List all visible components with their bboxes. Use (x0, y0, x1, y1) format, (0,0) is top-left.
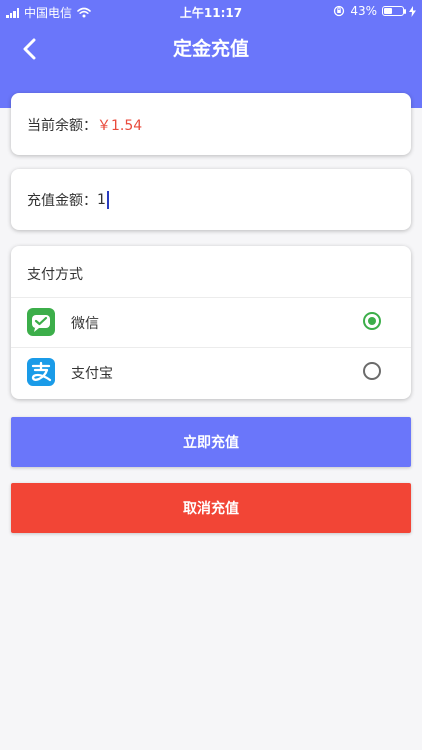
balance-label: 当前余额： (27, 118, 97, 134)
alipay-icon (27, 358, 55, 386)
recharge-amount-input[interactable]: 1 (97, 191, 109, 209)
header-bar: 中国电信 上午11:17 43% 定金充值 (0, 0, 422, 108)
rotation-lock-icon (334, 5, 345, 17)
balance-value: ￥1.54 (97, 118, 143, 134)
balance-card: 当前余额：￥1.54 (11, 93, 411, 155)
recharge-amount-value: 1 (97, 192, 106, 208)
payment-card: 支付方式 微信 支付宝 (11, 246, 411, 399)
payment-option-wechat[interactable]: 微信 (11, 297, 411, 347)
text-caret (106, 191, 109, 209)
status-right: 43% (333, 4, 416, 18)
payment-title: 支付方式 (27, 267, 83, 283)
payment-option-alipay[interactable]: 支付宝 (11, 347, 411, 397)
page-title: 定金充值 (172, 38, 249, 60)
status-bar: 中国电信 上午11:17 43% (0, 0, 422, 22)
radio-selected[interactable] (363, 312, 381, 330)
balance-row: 当前余额：￥1.54 (27, 115, 142, 135)
charging-icon (409, 5, 416, 17)
radio-unselected[interactable] (363, 362, 381, 380)
wechat-pay-icon (27, 308, 55, 336)
recharge-label: 充值金额： (27, 193, 97, 209)
recharge-row: 充值金额： 1 (27, 190, 109, 210)
battery-icon (382, 6, 406, 16)
confirm-recharge-button[interactable]: 立即充值 (11, 417, 411, 467)
battery-percent: 43% (350, 4, 377, 18)
recharge-card: 充值金额： 1 (11, 169, 411, 230)
payment-option-label: 支付宝 (71, 366, 113, 382)
payment-option-label: 微信 (71, 316, 99, 332)
cancel-recharge-button[interactable]: 取消充值 (11, 483, 411, 533)
